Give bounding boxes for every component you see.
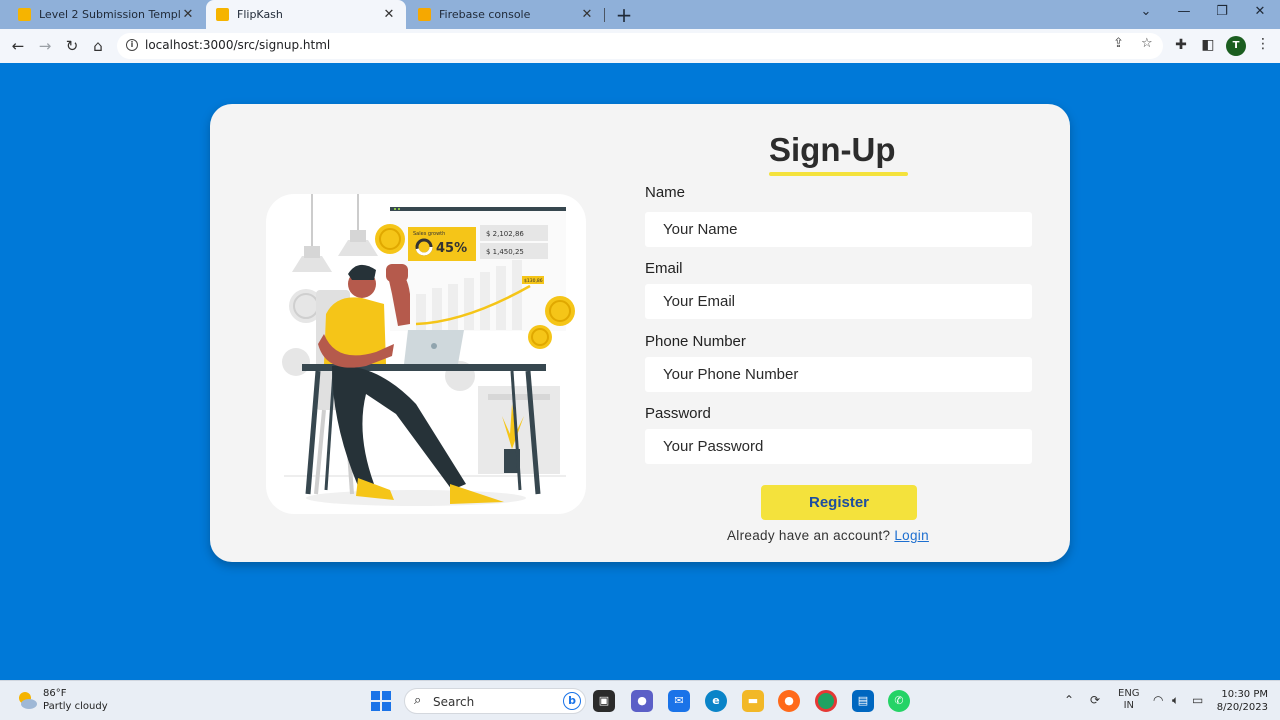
taskbar-search[interactable]: ⌕ Search b xyxy=(404,688,586,714)
clock[interactable]: 10:30 PM 8/20/2023 xyxy=(1214,688,1268,714)
chrome-icon[interactable] xyxy=(815,690,837,712)
url-text[interactable]: localhost:3000/src/signup.html xyxy=(145,38,330,52)
page-title: Sign-Up xyxy=(769,131,896,168)
weather-temp: 86°F xyxy=(43,688,67,699)
browser-toolbar: ← → ↻ ⌂ i localhost:3000/src/signup.html… xyxy=(0,29,1280,63)
store-icon[interactable]: ▤ xyxy=(852,690,874,712)
language-indicator[interactable]: ENG IN xyxy=(1118,688,1140,712)
title-underline xyxy=(769,172,908,176)
weather-desc: Partly cloudy xyxy=(43,701,108,712)
close-tab-icon[interactable]: ✕ xyxy=(181,7,195,22)
sync-icon[interactable]: ⟳ xyxy=(1090,693,1100,707)
sales-growth-label: Sales growth xyxy=(413,231,445,237)
amount-2: $ 1,450,25 xyxy=(486,248,524,256)
tab-title: Level 2 Submission Template_5.0 xyxy=(39,8,181,21)
mail-icon[interactable]: ✉ xyxy=(668,690,690,712)
new-tab-button[interactable]: + xyxy=(614,3,634,27)
password-label: Password xyxy=(645,405,711,422)
side-panel-icon[interactable]: ◧ xyxy=(1199,37,1217,53)
window-close-icon[interactable]: ✕ xyxy=(1250,4,1270,19)
sales-growth-value: 45% xyxy=(436,241,467,256)
login-link[interactable]: Login xyxy=(894,528,929,543)
amount-1: $ 2,102,86 xyxy=(486,230,524,238)
taskbar: 86°F Partly cloudy ⌕ Search b ▣ ● ✉ e ▬ … xyxy=(0,680,1280,720)
profile-avatar[interactable]: T xyxy=(1226,36,1246,56)
restore-icon[interactable]: ❐ xyxy=(1212,4,1232,19)
lang-primary: ENG xyxy=(1118,688,1140,699)
already-text: Already have an account? xyxy=(727,528,891,543)
forward-icon[interactable]: → xyxy=(35,36,55,56)
bookmark-star-icon[interactable]: ☆ xyxy=(1141,36,1153,51)
weather-widget[interactable]: 86°F Partly cloudy xyxy=(16,687,108,713)
address-bar[interactable]: i localhost:3000/src/signup.html ⇪ ☆ xyxy=(117,33,1163,59)
phone-label: Phone Number xyxy=(645,333,746,350)
tab-separator xyxy=(604,8,605,22)
firebase-icon xyxy=(418,8,431,21)
signup-form: Sign-Up Name Email Phone Number Password… xyxy=(645,104,1035,562)
show-hidden-icons[interactable]: ⌃ xyxy=(1064,693,1074,707)
share-icon[interactable]: ⇪ xyxy=(1113,36,1124,51)
tab-flipkash[interactable]: FlipKash ✕ xyxy=(206,0,406,29)
signup-illustration: Sales growth 45% $ 2,102,86 $ 1,450,25 $… xyxy=(266,194,586,514)
chart-tag: $130,86 xyxy=(524,278,543,284)
clock-time: 10:30 PM xyxy=(1221,689,1268,700)
name-field[interactable] xyxy=(645,212,1032,247)
email-field[interactable] xyxy=(645,284,1032,319)
edge-icon[interactable]: e xyxy=(705,690,727,712)
tab-title: FlipKash xyxy=(237,8,283,21)
login-prompt: Already have an account? Login xyxy=(727,528,929,543)
email-label: Email xyxy=(645,260,683,277)
tab-strip: Level 2 Submission Template_5.0 ✕ FlipKa… xyxy=(0,0,1280,29)
site-info-icon[interactable]: i xyxy=(126,39,138,51)
slides-icon xyxy=(18,8,31,21)
search-icon: ⌕ xyxy=(414,693,422,708)
windows-start-icon[interactable] xyxy=(371,691,391,711)
search-label: Search xyxy=(433,695,475,709)
tab-firebase-console[interactable]: Firebase console ✕ xyxy=(408,0,604,29)
man-at-desk-illustration: Sales growth 45% $ 2,102,86 $ 1,450,25 $… xyxy=(282,194,575,506)
register-button[interactable]: Register xyxy=(761,485,917,520)
volume-icon[interactable]: 🔈︎ xyxy=(1172,693,1179,708)
phone-field[interactable] xyxy=(645,357,1032,392)
wifi-icon[interactable]: ◠ xyxy=(1153,693,1163,707)
extensions-icon[interactable]: ✚ xyxy=(1172,37,1190,53)
tab-submission-template[interactable]: Level 2 Submission Template_5.0 ✕ xyxy=(8,0,205,29)
bing-icon[interactable]: b xyxy=(563,692,581,710)
password-field[interactable] xyxy=(645,429,1032,464)
reload-icon[interactable]: ↻ xyxy=(62,36,82,56)
close-tab-icon[interactable]: ✕ xyxy=(580,7,594,22)
close-tab-icon[interactable]: ✕ xyxy=(382,7,396,22)
whatsapp-icon[interactable]: ✆ xyxy=(888,690,910,712)
tab-title: Firebase console xyxy=(439,8,531,21)
name-label: Name xyxy=(645,184,686,201)
signup-card: Sales growth 45% $ 2,102,86 $ 1,450,25 $… xyxy=(210,104,1070,562)
clock-date: 8/20/2023 xyxy=(1216,702,1268,713)
back-icon[interactable]: ← xyxy=(8,36,28,56)
partly-cloudy-icon xyxy=(16,689,38,711)
flipkash-icon xyxy=(216,8,229,21)
teams-chat-icon[interactable]: ● xyxy=(631,690,653,712)
firefox-icon[interactable]: ● xyxy=(778,690,800,712)
lang-secondary: IN xyxy=(1123,700,1134,711)
browser-menu-icon[interactable]: ⋮ xyxy=(1256,36,1270,52)
file-explorer-icon[interactable]: ▬ xyxy=(742,690,764,712)
battery-icon[interactable]: ▭ xyxy=(1192,693,1203,707)
tab-search-icon[interactable]: ⌄ xyxy=(1136,4,1156,19)
home-icon[interactable]: ⌂ xyxy=(88,36,108,56)
task-view-icon[interactable]: ▣ xyxy=(593,690,615,712)
minimize-icon[interactable]: — xyxy=(1174,4,1194,19)
